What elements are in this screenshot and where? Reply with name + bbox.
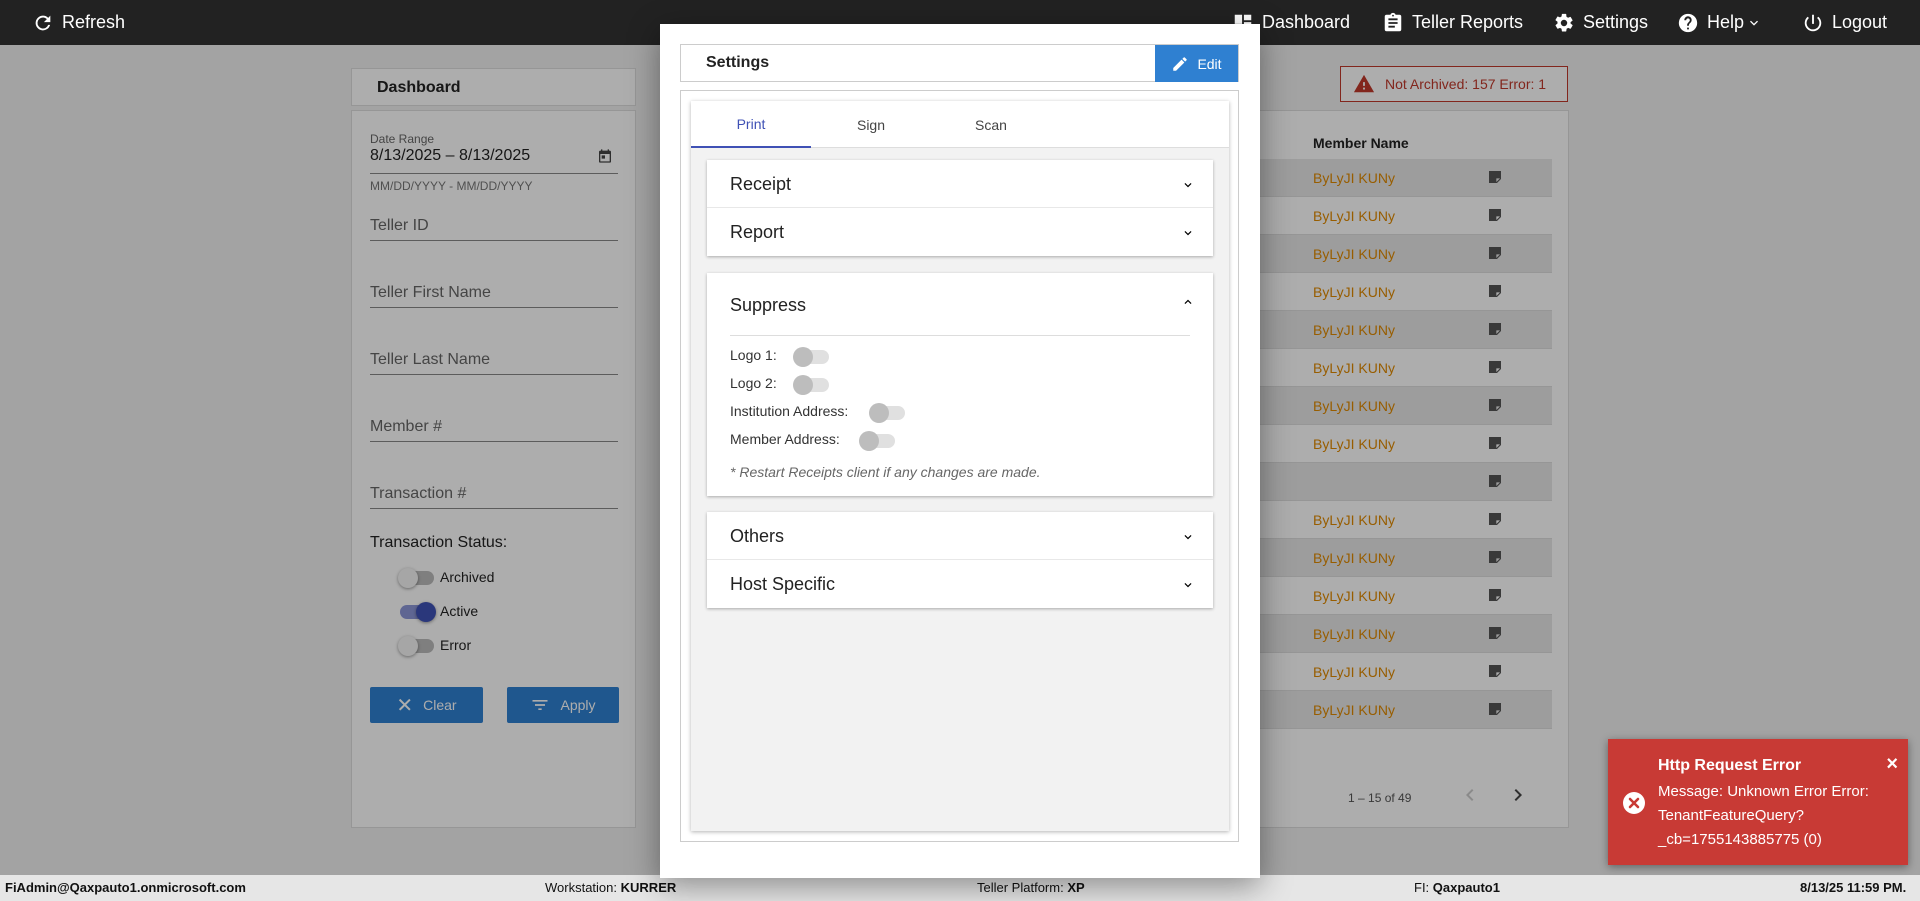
settings-dialog-body: Print Sign Scan Receipt Report Suppress bbox=[680, 90, 1239, 842]
pencil-icon bbox=[1173, 56, 1188, 71]
nav-teller-reports-label: Teller Reports bbox=[1412, 12, 1524, 32]
nav-logout[interactable]: Logout bbox=[1802, 0, 1887, 45]
switch-knob bbox=[793, 347, 813, 367]
accordion-report-title: Report bbox=[730, 222, 785, 242]
power-icon bbox=[1804, 14, 1822, 31]
accordion-group-others-host: Others Host Specific bbox=[707, 512, 1213, 608]
accordion-suppress: Suppress Logo 1: Logo 2: Institution Add… bbox=[707, 273, 1213, 496]
edit-button-label: Edit bbox=[1197, 55, 1222, 72]
member-address-switch[interactable] bbox=[859, 431, 895, 451]
settings-dialog-header: Settings Edit bbox=[680, 44, 1239, 82]
chevron-down-icon bbox=[1750, 20, 1759, 26]
accordion-suppress-title: Suppress bbox=[730, 295, 807, 315]
status-datetime: 8/13/25 11:59 PM. bbox=[1800, 880, 1907, 895]
tab-sign[interactable]: Sign bbox=[811, 101, 931, 148]
chevron-down-icon bbox=[1184, 183, 1192, 188]
tab-print[interactable]: Print bbox=[691, 101, 811, 148]
accordion-others-title: Others bbox=[730, 526, 785, 546]
toast-close-button[interactable]: × bbox=[1886, 753, 1898, 776]
logo-2-switch[interactable] bbox=[793, 375, 829, 395]
chevron-down-icon bbox=[1184, 583, 1192, 588]
gear-icon bbox=[1555, 13, 1573, 31]
status-workstation: Workstation: KURRER bbox=[545, 880, 677, 895]
switch-knob bbox=[869, 403, 889, 423]
refresh-label: Refresh bbox=[62, 12, 126, 32]
toast-message: Message: Unknown Error Error: TenantFeat… bbox=[1658, 783, 1869, 848]
suppress-restart-note: * Restart Receipts client if any changes… bbox=[730, 464, 1041, 480]
accordion-group-receipt-report: Receipt Report bbox=[707, 160, 1213, 256]
nav-settings[interactable]: Settings bbox=[1553, 0, 1648, 45]
accordion-receipt[interactable]: Receipt bbox=[707, 160, 1213, 208]
accordion-host-specific[interactable]: Host Specific bbox=[707, 560, 1213, 608]
switch-knob bbox=[793, 375, 813, 395]
help-icon bbox=[1678, 13, 1698, 32]
accordion-suppress-header[interactable]: Suppress bbox=[707, 273, 1213, 333]
error-circle-icon bbox=[1623, 792, 1645, 814]
chevron-up-icon bbox=[1184, 299, 1192, 304]
nav-teller-reports[interactable]: Teller Reports bbox=[1382, 0, 1523, 45]
accordion-host-specific-title: Host Specific bbox=[730, 574, 836, 594]
nav-help-label: Help bbox=[1707, 12, 1745, 32]
accordion-others[interactable]: Others bbox=[707, 512, 1213, 560]
settings-panel: Print Sign Scan Receipt Report Suppress bbox=[691, 101, 1229, 831]
nav-help[interactable]: Help bbox=[1677, 0, 1762, 45]
institution-address-label: Institution Address: bbox=[730, 403, 849, 419]
edit-button[interactable]: Edit bbox=[1155, 45, 1238, 82]
settings-tabs: Print Sign Scan bbox=[691, 101, 1229, 148]
toast-title: Http Request Error bbox=[1658, 757, 1802, 774]
nav-settings-label: Settings bbox=[1583, 12, 1649, 32]
accordion-receipt-title: Receipt bbox=[730, 174, 792, 194]
suppress-divider bbox=[730, 335, 1190, 336]
logo-1-label: Logo 1: bbox=[730, 347, 777, 363]
accordion-report[interactable]: Report bbox=[707, 208, 1213, 256]
status-fi: FI: Qaxpauto1 bbox=[1414, 880, 1500, 895]
settings-dialog-title: Settings bbox=[706, 54, 770, 71]
tab-scan[interactable]: Scan bbox=[931, 101, 1051, 148]
logo-2-label: Logo 2: bbox=[730, 375, 777, 391]
chevron-down-icon bbox=[1184, 535, 1192, 540]
institution-address-switch[interactable] bbox=[869, 403, 905, 423]
status-user: FiAdmin@Qaxpauto1.onmicrosoft.com bbox=[5, 880, 246, 895]
clipboard-icon bbox=[1384, 12, 1402, 31]
status-platform: Teller Platform: XP bbox=[977, 880, 1085, 895]
switch-knob bbox=[859, 431, 879, 451]
settings-dialog: Settings Edit Print Sign Scan Receipt Re… bbox=[660, 24, 1260, 878]
refresh-button[interactable]: Refresh bbox=[32, 0, 125, 45]
chevron-down-icon bbox=[1184, 231, 1192, 236]
error-toast: Http Request Error Message: Unknown Erro… bbox=[1608, 739, 1908, 865]
status-bar: FiAdmin@Qaxpauto1.onmicrosoft.com Workst… bbox=[0, 875, 1920, 901]
logo-1-switch[interactable] bbox=[793, 347, 829, 367]
nav-logout-label: Logout bbox=[1832, 12, 1888, 32]
member-address-label: Member Address: bbox=[730, 431, 840, 447]
nav-dashboard-label: Dashboard bbox=[1262, 12, 1351, 32]
refresh-icon bbox=[35, 15, 51, 30]
